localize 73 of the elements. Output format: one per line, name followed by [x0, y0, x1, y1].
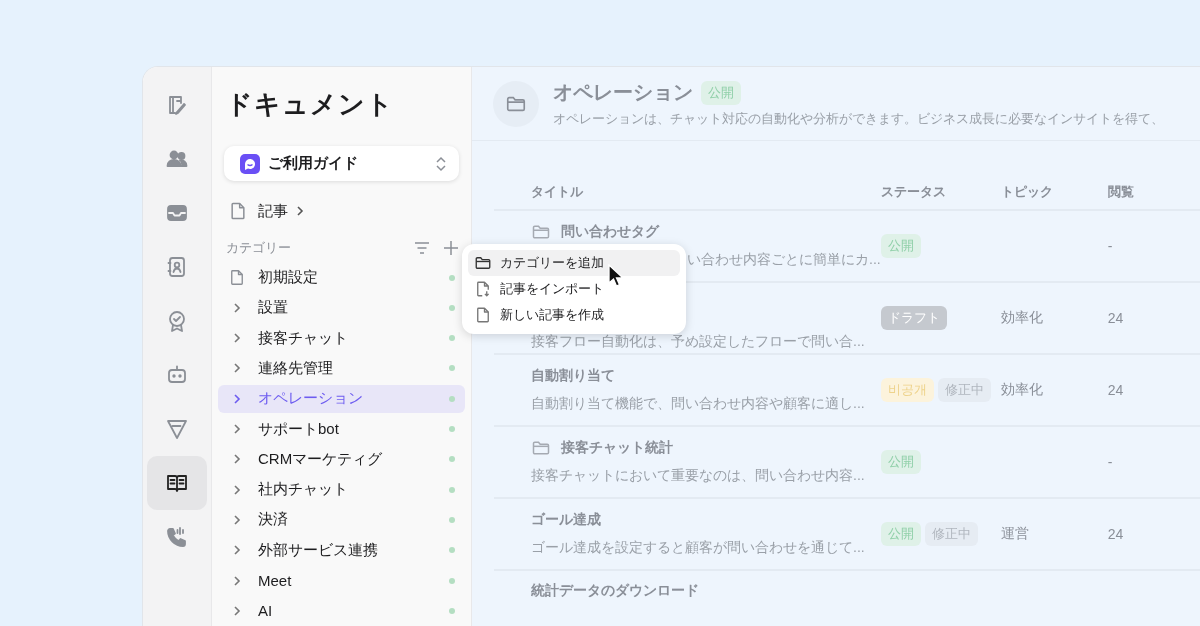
page-description: オペレーションは、チャット対応の自動化や分析ができます。ビジネス成長に必要なインサイトを得て、: [553, 110, 1164, 128]
menu-item[interactable]: 新しい記事を作成: [468, 302, 680, 328]
status-dot: [449, 516, 455, 523]
views-cell: 24: [1107, 310, 1124, 326]
chevron-icon: [231, 544, 243, 557]
status-dot: [449, 486, 455, 493]
chevron-icon: [231, 574, 243, 587]
chevron-icon: [231, 392, 243, 405]
views-cell: 24: [1107, 382, 1124, 398]
category-item[interactable]: 連絡先管理: [218, 354, 465, 383]
status-tag: 公開: [880, 234, 921, 258]
category-item[interactable]: 社内チャット: [218, 475, 465, 504]
chevron-icon: [231, 423, 243, 436]
category-item[interactable]: AI: [218, 596, 465, 625]
chevron-icon: [231, 332, 243, 345]
chevron-icon: [294, 205, 306, 218]
document-icon: [474, 306, 492, 324]
phone-icon: [165, 525, 189, 549]
category-item[interactable]: 外部サービス連携: [218, 536, 465, 565]
status-tag: 公開: [880, 522, 921, 546]
status-tag: 公開: [880, 450, 921, 474]
rail-button[interactable]: [147, 456, 207, 510]
chevron-icon: [231, 513, 243, 526]
chevron-icon: [231, 604, 243, 617]
status-tag: 公開: [701, 80, 741, 105]
articles-link[interactable]: 記事: [258, 201, 306, 221]
views-cell: -: [1107, 454, 1113, 470]
expand-icon: [435, 155, 447, 172]
category-item[interactable]: サポートbot: [218, 414, 465, 444]
chevron-icon: [231, 362, 243, 375]
sidebar-title: ドキュメント: [226, 88, 395, 121]
folder-icon: [474, 254, 492, 272]
category-item[interactable]: 決済: [218, 505, 465, 535]
views-cell: -: [1107, 238, 1113, 254]
status-dot: [449, 577, 455, 584]
filter-icon[interactable]: [413, 240, 431, 257]
status-dot: [449, 274, 455, 281]
status-dot: [449, 395, 455, 402]
section-label: カテゴリー: [226, 239, 292, 258]
row-description: 接客フロー自動化は、予め設定したフローで問い合...: [531, 332, 865, 349]
row-description: 自動割り当て機能で、問い合わせ内容や顧客に適し...: [531, 394, 865, 411]
status-dot: [449, 456, 455, 463]
status-tag: 비공개: [880, 378, 934, 402]
add-icon[interactable]: [443, 240, 459, 257]
category-item[interactable]: オペレーション: [218, 384, 465, 413]
page-title: オペレーション: [553, 80, 693, 105]
status-dot: [449, 426, 455, 433]
chat-bubble-icon: [240, 153, 260, 174]
chevron-icon: [231, 453, 243, 466]
topic-cell: 効率化: [1000, 309, 1043, 325]
status-dot: [449, 335, 455, 342]
chevron-icon: [231, 301, 243, 314]
status-dot: [449, 304, 455, 311]
status-dot: [449, 547, 455, 554]
category-item[interactable]: CRMマーケティグ: [218, 445, 465, 474]
row-description: ゴール達成を設定すると顧客が問い合わせを通じて...: [531, 538, 865, 555]
menu-item[interactable]: カテゴリーを追加: [468, 250, 680, 276]
file-import-icon: [474, 280, 492, 298]
chevron-icon: [231, 483, 243, 496]
status-dot: [449, 365, 455, 372]
row-description: い合わせ内容ごとに簡単にカ...: [687, 250, 881, 267]
row-description: 接客チャットにおいて重要なのは、問い合わせ内容...: [531, 466, 865, 483]
document-icon: [228, 201, 248, 222]
menu-item[interactable]: 記事をインポート: [468, 276, 680, 302]
category-item[interactable]: Meet: [218, 566, 465, 595]
document-icon: [228, 268, 246, 288]
cursor-icon: [608, 264, 624, 288]
topic-cell: 効率化: [1000, 381, 1043, 397]
status-dot: [449, 607, 455, 614]
topic-cell: 運営: [1000, 525, 1029, 541]
send-icon: [165, 417, 189, 441]
guide-selector[interactable]: ご利用ガイド: [224, 146, 459, 182]
views-cell: 24: [1107, 526, 1124, 542]
